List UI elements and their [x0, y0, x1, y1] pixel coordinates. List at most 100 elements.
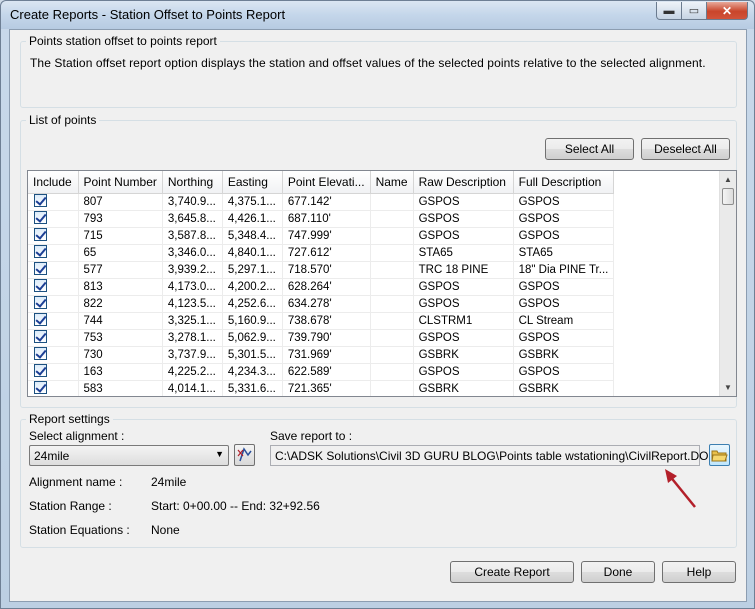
- create-report-button[interactable]: Create Report: [450, 561, 574, 583]
- folder-icon: [711, 450, 728, 462]
- table-row[interactable]: 583 4,014.1... 5,331.6... 721.365' GSBRK GSBR…: [28, 380, 615, 396]
- cell-name: [370, 312, 414, 330]
- cell-full-description: GSPOS: [513, 363, 615, 381]
- cell-point-number: 577: [78, 261, 163, 279]
- cell-northing: 3,740.9...: [162, 193, 223, 211]
- deselect-all-button[interactable]: Deselect All: [641, 138, 730, 160]
- browse-folder-button[interactable]: [709, 444, 730, 466]
- table-row[interactable]: 822 4,123.5... 4,252.6... 634.278' GSPOS GSPO…: [28, 295, 615, 313]
- table-row[interactable]: 715 3,587.8... 5,348.4... 747.999' GSPOS GSPO…: [28, 227, 615, 245]
- cell-elevation: 727.612': [282, 244, 371, 262]
- include-checkbox[interactable]: [34, 194, 47, 207]
- save-path-field[interactable]: C:\ADSK Solutions\Civil 3D GURU BLOG\Poi…: [270, 445, 717, 466]
- table-row[interactable]: 744 3,325.1... 5,160.9... 738.678' CLSTRM1 CL…: [28, 312, 615, 330]
- save-report-label: Save report to :: [270, 429, 353, 443]
- annotation-arrow-icon: [665, 469, 696, 508]
- cell-elevation: 731.969': [282, 346, 371, 364]
- include-checkbox[interactable]: [34, 262, 47, 275]
- cell-northing: 3,278.1...: [162, 329, 223, 347]
- table-row[interactable]: 730 3,737.9... 5,301.5... 731.969' GSBRK GSBR…: [28, 346, 615, 364]
- minimize-icon: ▬: [663, 4, 675, 17]
- column-header-elevation[interactable]: Point Elevati...: [282, 171, 371, 194]
- cell-easting: 5,301.5...: [222, 346, 283, 364]
- cell-easting: 4,252.6...: [222, 295, 283, 313]
- title-bar[interactable]: Create Reports - Station Offset to Point…: [1, 1, 754, 29]
- cell-raw-description: GSPOS: [413, 210, 514, 228]
- points-list[interactable]: Include Point Number Northing Easting Po…: [27, 170, 737, 397]
- cell-full-description: GSPOS: [513, 210, 615, 228]
- scroll-down-icon[interactable]: ▼: [720, 379, 736, 396]
- table-row[interactable]: 753 3,278.1... 5,062.9... 739.790' GSPOS GSPO…: [28, 329, 615, 347]
- alignment-select[interactable]: 24mile ▼: [29, 445, 229, 466]
- points-group-label: List of points: [26, 113, 100, 127]
- include-checkbox[interactable]: [34, 347, 47, 360]
- cell-elevation: 628.264': [282, 278, 371, 296]
- table-row[interactable]: 813 4,173.0... 4,200.2... 628.264' GSPOS GSPO…: [28, 278, 615, 296]
- include-checkbox[interactable]: [34, 279, 47, 292]
- done-button[interactable]: Done: [581, 561, 655, 583]
- column-header-easting[interactable]: Easting: [222, 171, 283, 194]
- include-checkbox[interactable]: [34, 228, 47, 241]
- table-row[interactable]: 65 3,346.0... 4,840.1... 727.612' STA65 STA65: [28, 244, 615, 262]
- column-header-name[interactable]: Name: [370, 171, 414, 194]
- include-checkbox[interactable]: [34, 330, 47, 343]
- select-all-button[interactable]: Select All: [545, 138, 634, 160]
- include-checkbox[interactable]: [34, 313, 47, 326]
- save-path-value: C:\ADSK Solutions\Civil 3D GURU BLOG\Poi…: [275, 449, 718, 463]
- points-vertical-scrollbar[interactable]: ▲ ▼: [719, 171, 736, 396]
- cell-point-number: 753: [78, 329, 163, 347]
- scroll-up-icon[interactable]: ▲: [720, 171, 736, 188]
- column-header-full-description[interactable]: Full Description: [513, 171, 615, 194]
- cell-easting: 5,160.9...: [222, 312, 283, 330]
- maximize-button[interactable]: ▭: [681, 2, 707, 20]
- include-checkbox[interactable]: [34, 211, 47, 224]
- column-header-include[interactable]: Include: [28, 171, 79, 194]
- cell-full-description: GSPOS: [513, 227, 615, 245]
- cell-name: [370, 363, 414, 381]
- cell-northing: 4,225.2...: [162, 363, 223, 381]
- table-row[interactable]: 163 4,225.2... 4,234.3... 622.589' GSPOS GSPO…: [28, 363, 615, 381]
- window-title: Create Reports - Station Offset to Point…: [10, 7, 286, 22]
- cell-elevation: 677.142': [282, 193, 371, 211]
- cell-raw-description: GSBRK: [413, 380, 514, 396]
- cell-full-description: GSBRK: [513, 346, 615, 364]
- column-header-raw-description[interactable]: Raw Description: [413, 171, 514, 194]
- table-row[interactable]: 793 3,645.8... 4,426.1... 687.110' GSPOS GSPO…: [28, 210, 615, 228]
- cell-point-number: 744: [78, 312, 163, 330]
- cell-elevation: 687.110': [282, 210, 371, 228]
- cell-raw-description: GSPOS: [413, 295, 514, 313]
- column-header-point-number[interactable]: Point Number: [78, 171, 163, 194]
- cell-easting: 4,200.2...: [222, 278, 283, 296]
- alignment-select-value: 24mile: [34, 449, 70, 463]
- cell-northing: 4,014.1...: [162, 380, 223, 396]
- cell-point-number: 65: [78, 244, 163, 262]
- cell-name: [370, 193, 414, 211]
- include-checkbox[interactable]: [34, 364, 47, 377]
- cell-elevation: 739.790': [282, 329, 371, 347]
- cell-point-number: 807: [78, 193, 163, 211]
- table-row[interactable]: 807 3,740.9... 4,375.1... 677.142' GSPOS GSPO…: [28, 193, 615, 211]
- cell-northing: 3,645.8...: [162, 210, 223, 228]
- include-checkbox[interactable]: [34, 245, 47, 258]
- cell-name: [370, 210, 414, 228]
- cell-full-description: GSPOS: [513, 329, 615, 347]
- minimize-button[interactable]: ▬: [656, 2, 682, 20]
- cell-easting: 5,297.1...: [222, 261, 283, 279]
- include-checkbox[interactable]: [34, 381, 47, 394]
- report-settings-group-label: Report settings: [26, 412, 113, 426]
- cell-northing: 3,346.0...: [162, 244, 223, 262]
- station-range-label: Station Range :: [29, 499, 112, 513]
- close-button[interactable]: ✕: [706, 2, 748, 20]
- help-button[interactable]: Help: [662, 561, 736, 583]
- cell-full-description: 18" Dia PINE Tr...: [513, 261, 615, 279]
- table-row[interactable]: 577 3,939.2... 5,297.1... 718.570' TRC 18 PI…: [28, 261, 615, 279]
- column-header-northing[interactable]: Northing: [162, 171, 223, 194]
- cell-northing: 4,173.0...: [162, 278, 223, 296]
- cell-name: [370, 295, 414, 313]
- pick-alignment-button[interactable]: [234, 444, 255, 466]
- scroll-thumb[interactable]: [722, 188, 734, 205]
- cell-name: [370, 261, 414, 279]
- include-checkbox[interactable]: [34, 296, 47, 309]
- cell-easting: 4,840.1...: [222, 244, 283, 262]
- cell-point-number: 715: [78, 227, 163, 245]
